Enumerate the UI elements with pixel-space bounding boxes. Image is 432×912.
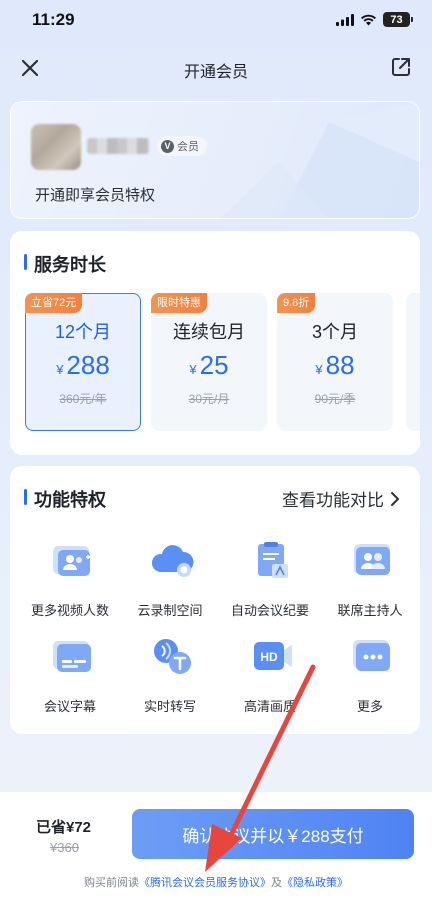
feature-label: 云录制空间: [137, 603, 203, 618]
plan-name: 12个月: [54, 322, 112, 342]
service-agreement-link[interactable]: 《腾讯会议会员服务协议》: [139, 877, 271, 889]
feature-cloud-record[interactable]: 云录制空间: [122, 540, 218, 630]
plan-name: 连续包月: [173, 322, 245, 342]
status-icons: 73: [336, 12, 413, 27]
user-subtitle: 开通即享会员特权: [35, 187, 156, 204]
feature-label: 联席主持人: [337, 603, 403, 618]
plan-next-partial[interactable]: [406, 293, 420, 431]
bottom-bar: 已省¥72 ¥360 确认协议并以￥288支付 购买前阅读《腾讯会议会员服务协议…: [0, 792, 432, 912]
feature-label: 更多视频人数: [30, 603, 109, 618]
feature-co-host[interactable]: 联席主持人: [322, 540, 418, 630]
plan-original-price: 360元/年: [59, 392, 107, 406]
agreement-and: 及: [271, 877, 282, 889]
user-card: V 会员 开通即享会员特权: [10, 101, 420, 219]
agreement-prefix: 购买前阅读: [84, 877, 139, 889]
feature-subtitles[interactable]: 会议字幕: [22, 636, 118, 726]
currency-symbol: ¥: [315, 362, 323, 377]
chevron-right-icon: [391, 491, 399, 506]
privacy-policy-link[interactable]: 《隐私政策》: [282, 877, 348, 889]
plan-monthly[interactable]: 限时特惠 连续包月 ¥25 30元/月: [151, 293, 267, 431]
battery-icon: 73: [383, 12, 413, 27]
more-icon: [353, 640, 390, 671]
plan-badge: 限时特惠: [151, 293, 207, 313]
wifi-icon: [361, 14, 376, 25]
avatar: [31, 124, 81, 170]
svg-text:HD: HD: [260, 650, 278, 664]
plan-price: ¥25: [152, 350, 266, 381]
user-name-blurred: [87, 138, 149, 154]
feature-label: 实时转写: [143, 699, 196, 714]
cloud-record-icon: [151, 545, 194, 577]
feature-more[interactable]: 更多: [322, 636, 418, 726]
status-bar: 11:29 73: [0, 0, 432, 44]
agreement-text: 购买前阅读《腾讯会议会员服务协议》及《隐私政策》: [0, 874, 432, 890]
feature-label: 自动会议纪要: [230, 603, 309, 618]
compare-features-link[interactable]: 查看功能对比: [282, 486, 400, 511]
vip-tag: V 会员: [157, 136, 207, 156]
status-time: 11:29: [32, 10, 75, 29]
signal-icon: [336, 13, 354, 26]
plan-3-months[interactable]: 9.8折 3个月 ¥88 90元/季: [277, 293, 393, 431]
vip-badge-icon: V: [161, 139, 174, 153]
plan-name: 3个月: [311, 322, 358, 342]
currency-symbol: ¥: [189, 362, 197, 377]
confirm-pay-button[interactable]: 确认协议并以￥288支付: [132, 809, 414, 859]
compare-features-label: 查看功能对比: [282, 491, 384, 510]
share-icon[interactable]: [390, 56, 412, 78]
plan-badge: 9.8折: [277, 293, 316, 313]
feature-meeting-notes[interactable]: 自动会议纪要: [222, 540, 318, 630]
plan-price: ¥88: [278, 350, 392, 381]
page-title: 开通会员: [183, 64, 248, 81]
meeting-notes-icon: [258, 542, 288, 578]
service-duration-card: 服务时长 立省72元 12个月 ¥288 360元/年 限时特惠 连续包月 ¥2…: [10, 231, 420, 455]
nav-bar: 开通会员: [0, 44, 432, 92]
plan-original-price: 90元/季: [314, 392, 356, 406]
feature-transcribe[interactable]: 实时转写: [122, 636, 218, 726]
card-decoration: [221, 102, 419, 218]
price-amount: 88: [325, 350, 355, 380]
service-section-title: 服务时长: [24, 251, 106, 277]
feature-more-video[interactable]: 更多视频人数: [22, 540, 118, 630]
feature-label: 高清画质: [243, 699, 296, 714]
price-amount: 288: [66, 350, 110, 380]
subtitles-icon: [53, 641, 91, 672]
features-card: 功能特权 查看功能对比 更多视频人数 云录制空间 自动会议纪要 联席主持人 会议…: [10, 466, 420, 734]
currency-symbol: ¥: [56, 362, 64, 377]
vip-tag-label: 会员: [177, 141, 199, 153]
feature-hd[interactable]: HD 高清画质: [222, 636, 318, 726]
feature-label: 会议字幕: [43, 699, 96, 714]
transcribe-icon: [154, 639, 191, 674]
plan-12-months[interactable]: 立省72元 12个月 ¥288 360元/年: [25, 293, 141, 431]
hd-icon: HD: [254, 642, 292, 670]
co-host-icon: [354, 544, 390, 575]
video-people-icon: [53, 546, 90, 576]
plan-badge: 立省72元: [25, 293, 83, 313]
saved-amount: 已省¥72: [36, 819, 92, 836]
original-total: ¥360: [50, 840, 79, 855]
features-section-title: 功能特权: [24, 486, 106, 512]
price-amount: 25: [199, 350, 229, 380]
plan-price: ¥288: [26, 350, 140, 381]
plan-original-price: 30元/月: [188, 392, 230, 406]
feature-label: 更多: [356, 699, 383, 714]
